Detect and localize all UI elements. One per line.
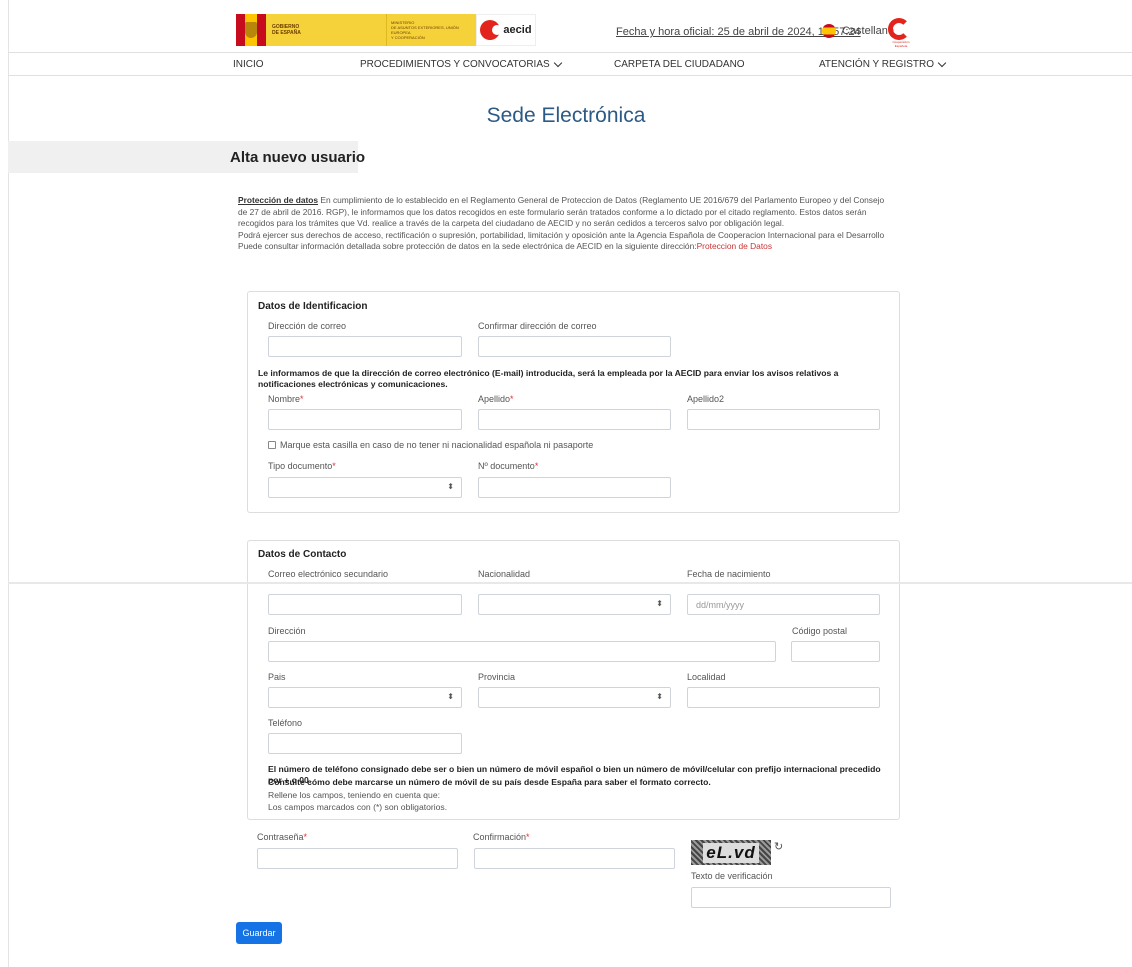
tipo-documento-label: Tipo documento*	[268, 461, 336, 471]
fecha-nacimiento-label: Fecha de nacimiento	[687, 569, 771, 579]
pais-select[interactable]	[268, 687, 462, 708]
chevron-down-icon	[553, 58, 562, 67]
required-mark: *	[300, 394, 304, 404]
privacy-title: Protección de datos	[238, 195, 319, 205]
telefono-note-2: Consulte cómo debe marcarse un número de…	[268, 777, 711, 787]
cooperacion-espanola-logo[interactable]: Cooperación Española	[888, 18, 914, 48]
aecid-logo[interactable]: aecid	[476, 14, 536, 46]
provincia-label: Provincia	[478, 672, 516, 682]
nav-item-inicio[interactable]: INICIO	[233, 59, 264, 70]
correo-secundario-input[interactable]	[268, 594, 462, 615]
pais-label: Pais	[268, 672, 286, 682]
captcha-image: eL.vd	[691, 840, 771, 865]
num-documento-input[interactable]	[478, 477, 671, 498]
privacy-body: En cumplimiento de lo establecido en el …	[238, 195, 885, 229]
header-logos: GOBIERNO DE ESPAÑA MINISTERIO DE ASUNTOS…	[236, 14, 536, 46]
direccion-label: Dirección	[268, 626, 306, 636]
nav-item-atencion[interactable]: ATENCIÓN Y REGISTRO	[819, 58, 947, 70]
page-title: Sede Electrónica	[486, 104, 646, 127]
privacy-link[interactable]: Proteccion de Datos	[697, 241, 772, 251]
email-note: Le informamos de que la dirección de cor…	[258, 368, 839, 389]
cooperacion-logo-icon	[888, 18, 910, 40]
localidad-input[interactable]	[687, 687, 880, 708]
contacto-title: Datos de Contacto	[258, 549, 347, 560]
fecha-nacimiento-input[interactable]: dd/mm/yyyy	[687, 594, 880, 615]
email-confirm-input[interactable]	[478, 336, 671, 357]
required-mark: *	[526, 832, 530, 842]
localidad-label: Localidad	[687, 672, 726, 682]
num-documento-label: Nº documento*	[478, 461, 539, 471]
correo-secundario-label: Correo electrónico secundario	[268, 569, 389, 579]
codigo-postal-input[interactable]	[791, 641, 880, 662]
identificacion-title: Datos de Identificacion	[258, 301, 368, 312]
refresh-icon[interactable]: ↻	[774, 840, 783, 853]
tipo-documento-select[interactable]	[268, 477, 462, 498]
verification-input[interactable]	[691, 887, 891, 908]
verification-label: Texto de verificación	[691, 871, 773, 881]
privacy-rights: Podrá ejercer sus derechos de acceso, re…	[238, 229, 885, 240]
apellido2-label: Apellido2	[687, 394, 725, 404]
email-label: Dirección de correo	[268, 321, 347, 331]
telefono-input[interactable]	[268, 733, 462, 754]
nombre-label: Nombre*	[268, 394, 304, 404]
spain-flag-icon	[822, 24, 836, 38]
screenshot-seam	[8, 582, 1132, 584]
main-nav: INICIO PROCEDIMIENTOS Y CONVOCATORIAS CA…	[8, 52, 1132, 76]
codigo-postal-label: Código postal	[792, 626, 848, 636]
chevron-down-icon	[937, 58, 947, 67]
apellido-input[interactable]	[478, 409, 671, 430]
nacionalidad-label: Nacionalidad	[478, 569, 531, 579]
privacy-consult: Puede consultar información detallada so…	[238, 241, 697, 252]
direccion-input[interactable]	[268, 641, 776, 662]
required-mark: *	[332, 461, 336, 471]
password-input[interactable]	[257, 848, 458, 869]
gobierno-logo[interactable]: GOBIERNO DE ESPAÑA	[236, 14, 386, 46]
page-subtitle: Alta nuevo usuario	[230, 149, 366, 166]
email-confirm-label: Confirmar dirección de correo	[478, 321, 597, 331]
nav-item-carpeta[interactable]: CARPETA DEL CIUDADANO	[614, 59, 745, 70]
provincia-select[interactable]	[478, 687, 671, 708]
ministry-logo[interactable]: MINISTERIO DE ASUNTOS EXTERIORES, UNIÓN …	[386, 14, 476, 46]
password-confirm-input[interactable]	[474, 848, 675, 869]
checkbox-box[interactable]	[268, 441, 276, 449]
language-selector[interactable]: Castellano	[822, 24, 894, 38]
nombre-input[interactable]	[268, 409, 462, 430]
no-nationality-checkbox[interactable]: Marque esta casilla en caso de no tener …	[268, 440, 593, 450]
required-mark: *	[303, 832, 308, 842]
privacy-notice: Protección de datos En cumplimiento de l…	[238, 195, 892, 253]
nacionalidad-select[interactable]	[478, 594, 671, 615]
nav-item-procedimientos[interactable]: PROCEDIMIENTOS Y CONVOCATORIAS	[360, 58, 562, 70]
email-input[interactable]	[268, 336, 462, 357]
coat-of-arms-icon	[236, 14, 266, 46]
required-mark: *	[510, 394, 514, 404]
required-note: Los campos marcados con (*) son obligato…	[268, 802, 448, 812]
apellido2-input[interactable]	[687, 409, 880, 430]
required-mark: *	[534, 461, 539, 471]
fill-note: Rellene los campos, teniendo en cuenta q…	[268, 790, 440, 800]
apellido-label: Apellido*	[478, 394, 514, 404]
password-label: Contraseña*	[257, 832, 308, 842]
aecid-logo-icon	[480, 20, 503, 40]
password-confirm-label: Confirmación*	[473, 832, 530, 842]
save-button[interactable]: Guardar	[236, 922, 282, 944]
gobierno-text: GOBIERNO DE ESPAÑA	[266, 14, 386, 46]
telefono-label: Teléfono	[268, 718, 303, 728]
